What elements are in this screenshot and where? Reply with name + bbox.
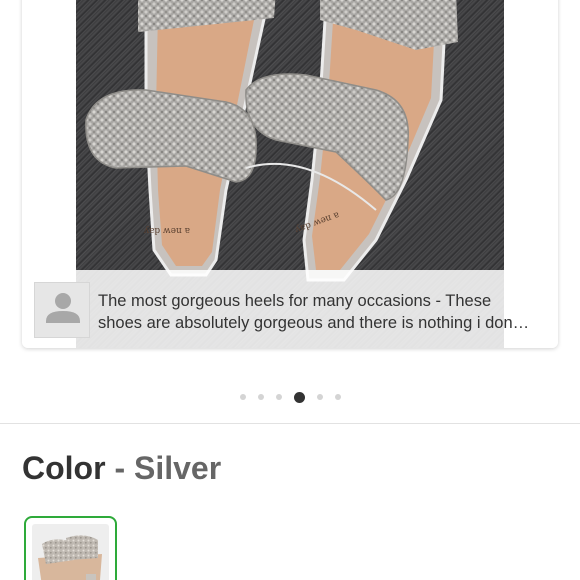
insole-brand-left: a new day [143, 225, 190, 235]
review-card[interactable]: a new day a new day The most gorgeous he… [22, 0, 558, 348]
color-label: Color [22, 450, 106, 486]
review-text-line-1: The most gorgeous heels for many occasio… [98, 292, 492, 310]
carousel-dot[interactable] [316, 394, 323, 400]
carousel-pagination [0, 390, 580, 404]
carousel-dot-active[interactable] [293, 391, 305, 403]
section-divider [0, 423, 580, 424]
user-silhouette-icon [46, 293, 80, 323]
color-value: Silver [133, 450, 222, 486]
color-heading: Color - Silver [22, 448, 221, 488]
carousel-dot[interactable] [334, 394, 341, 400]
color-swatch-silver[interactable] [24, 516, 117, 580]
carousel-dot[interactable] [257, 394, 264, 400]
carousel-dot[interactable] [239, 394, 246, 400]
review-text-line-2: shoes are absolutely gorgeous and there … [98, 314, 530, 332]
review-snippet[interactable]: The most gorgeous heels for many occasio… [98, 290, 548, 334]
sandal-thumbnail-icon [38, 535, 102, 580]
swatch-thumbnail [32, 524, 109, 580]
color-separator: - [114, 450, 126, 486]
carousel-dot[interactable] [275, 394, 282, 400]
reviewer-avatar [34, 282, 90, 338]
